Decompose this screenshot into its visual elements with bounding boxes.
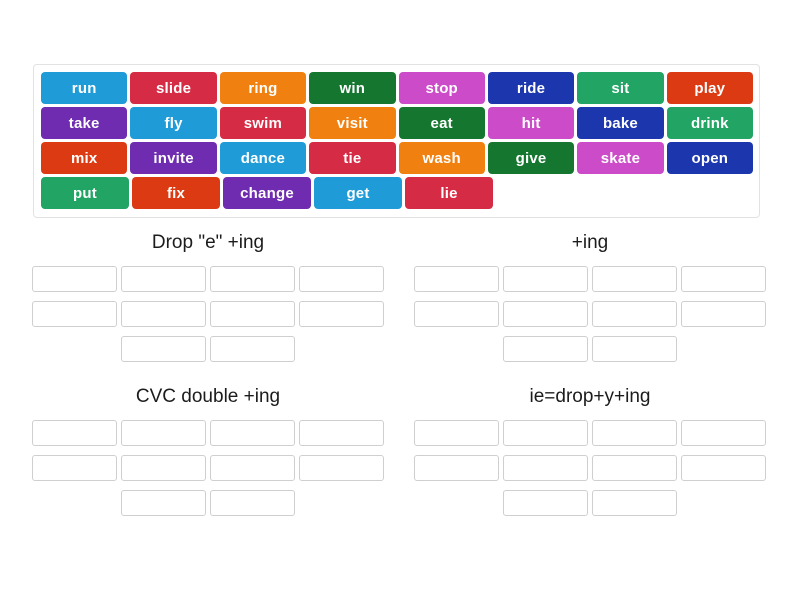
drop-slot[interactable] [503, 266, 588, 292]
drop-slot-row [18, 420, 398, 446]
word-tile[interactable]: bake [577, 107, 664, 139]
category-cvc-double-ing: CVC double +ing [18, 386, 398, 516]
drop-slot[interactable] [414, 420, 499, 446]
word-tile[interactable]: invite [130, 142, 217, 174]
drop-slot[interactable] [210, 336, 295, 362]
drop-zone[interactable] [400, 420, 780, 516]
word-tile[interactable]: tie [309, 142, 396, 174]
word-tile[interactable]: fix [132, 177, 220, 209]
drop-slot-row [18, 266, 398, 292]
drop-slot-row [18, 301, 398, 327]
word-tile[interactable]: visit [309, 107, 396, 139]
drop-slot[interactable] [32, 301, 117, 327]
category-title: +ing [571, 232, 609, 253]
word-tile[interactable]: stop [398, 72, 485, 104]
drop-slot[interactable] [121, 420, 206, 446]
drop-slot[interactable] [681, 266, 766, 292]
drop-slot[interactable] [299, 301, 384, 327]
drop-slot[interactable] [503, 420, 588, 446]
drop-slot[interactable] [121, 336, 206, 362]
drop-slot[interactable] [210, 420, 295, 446]
drop-slot[interactable] [503, 455, 588, 481]
drop-slot[interactable] [681, 420, 766, 446]
word-tile[interactable]: drink [666, 107, 753, 139]
word-tile[interactable]: run [41, 72, 128, 104]
word-tile[interactable]: get [314, 177, 402, 209]
drop-slot-row [400, 490, 780, 516]
drop-slot[interactable] [121, 490, 206, 516]
drop-slot-row [18, 455, 398, 481]
drop-slot[interactable] [592, 301, 677, 327]
drop-zone[interactable] [400, 266, 780, 362]
word-tile[interactable]: change [223, 177, 311, 209]
word-bank-row: mix invite dance tie wash give skate open [41, 142, 753, 174]
drop-slot[interactable] [299, 266, 384, 292]
category-ie-drop-y-ing: ie=drop+y+ing [400, 386, 780, 516]
drop-slot[interactable] [32, 455, 117, 481]
drop-slot[interactable] [210, 490, 295, 516]
word-bank-row: take fly swim visit eat hit bake drink [41, 107, 753, 139]
drop-slot[interactable] [592, 336, 677, 362]
drop-slot-row [400, 420, 780, 446]
word-tile[interactable]: ring [219, 72, 307, 104]
drop-slot[interactable] [121, 455, 206, 481]
drop-slot[interactable] [592, 490, 677, 516]
drop-slot[interactable] [681, 455, 766, 481]
word-tile[interactable]: put [41, 177, 129, 209]
drop-slot-row [18, 490, 398, 516]
drop-slot[interactable] [210, 455, 295, 481]
word-tile[interactable]: eat [398, 107, 485, 139]
word-tile[interactable]: give [487, 142, 575, 174]
word-tile[interactable]: dance [219, 142, 307, 174]
drop-slot[interactable] [414, 266, 499, 292]
word-tile[interactable]: play [666, 72, 753, 104]
drop-zone[interactable] [18, 266, 398, 362]
drop-slot[interactable] [592, 420, 677, 446]
drop-slot-row [400, 301, 780, 327]
category-drop-e-ing: Drop "e" +ing [18, 232, 398, 362]
drop-slot[interactable] [32, 266, 117, 292]
drop-slot[interactable] [414, 455, 499, 481]
category-title: Drop "e" +ing [151, 232, 265, 253]
word-bank-row: put fix change get lie [41, 177, 753, 209]
word-tile[interactable]: win [309, 72, 396, 104]
drop-slot-row [400, 266, 780, 292]
word-tile[interactable]: swim [219, 107, 307, 139]
word-tile[interactable]: skate [577, 142, 664, 174]
drop-slot[interactable] [299, 420, 384, 446]
word-tile[interactable]: take [41, 107, 128, 139]
drop-zone[interactable] [18, 420, 398, 516]
word-tile[interactable]: slide [130, 72, 217, 104]
category-title: ie=drop+y+ing [529, 386, 651, 407]
drop-slot-row [400, 455, 780, 481]
word-tile[interactable]: ride [487, 72, 575, 104]
drop-slot[interactable] [121, 301, 206, 327]
drop-slot[interactable] [210, 266, 295, 292]
word-tile[interactable]: lie [405, 177, 493, 209]
drop-slot[interactable] [592, 266, 677, 292]
drop-slot[interactable] [592, 455, 677, 481]
word-bank: run slide ring win stop ride sit play take fly swi… [33, 64, 760, 218]
drop-slot[interactable] [121, 266, 206, 292]
drop-slot[interactable] [32, 420, 117, 446]
drop-slot[interactable] [414, 301, 499, 327]
drop-slot[interactable] [681, 301, 766, 327]
drop-slot[interactable] [503, 490, 588, 516]
drop-slot-row [400, 336, 780, 362]
word-tile[interactable]: sit [577, 72, 664, 104]
drop-slot[interactable] [299, 455, 384, 481]
word-tile[interactable]: mix [41, 142, 128, 174]
word-tile[interactable]: fly [130, 107, 217, 139]
drop-slot-row [18, 336, 398, 362]
drop-slot[interactable] [503, 301, 588, 327]
category-title: CVC double +ing [135, 386, 281, 407]
word-bank-row: run slide ring win stop ride sit play [41, 72, 753, 104]
word-tile[interactable]: open [666, 142, 753, 174]
word-tile[interactable]: hit [487, 107, 575, 139]
category-plus-ing: +ing [400, 232, 780, 362]
drop-slot[interactable] [503, 336, 588, 362]
drop-slot[interactable] [210, 301, 295, 327]
word-tile[interactable]: wash [398, 142, 485, 174]
